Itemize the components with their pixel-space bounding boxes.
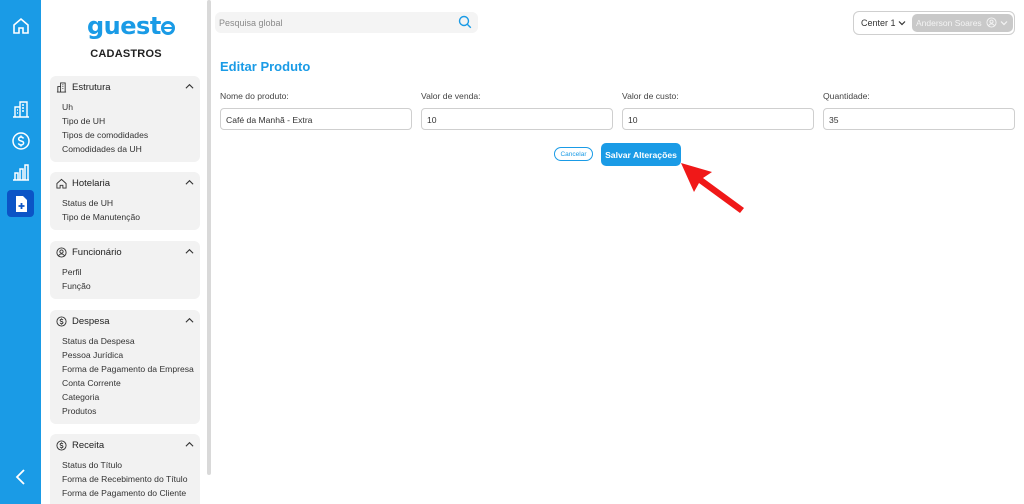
document-add-icon[interactable] — [7, 190, 34, 217]
building-icon — [56, 81, 67, 93]
sidebar: guest CADASTROS Estrutura Uh Tipo de UH … — [41, 0, 211, 504]
sidebar-item-tipo-de-uh[interactable]: Tipo de UH — [62, 115, 200, 129]
quantity-field — [823, 108, 1015, 130]
quantity-label: Quantidade: — [823, 91, 870, 101]
sidebar-item-tipo-de-manutencao[interactable]: Tipo de Manutenção — [62, 211, 200, 225]
sidebar-group-hotelaria: Hotelaria Status de UH Tipo de Manutençã… — [50, 172, 200, 230]
home-icon — [56, 178, 67, 189]
chevron-up-icon[interactable] — [185, 316, 194, 325]
sidebar-group-header[interactable]: Receita — [50, 434, 200, 456]
logo: guest — [87, 12, 175, 40]
chevron-up-icon[interactable] — [185, 82, 194, 91]
chevron-up-icon[interactable] — [185, 440, 194, 449]
sidebar-group-header[interactable]: Funcionário — [50, 241, 200, 263]
group-label: Despesa — [72, 315, 110, 327]
dollar-circle-icon — [56, 315, 67, 327]
group-label: Hotelaria — [72, 177, 111, 189]
user-circle-icon — [56, 246, 67, 258]
sidebar-item-produtos[interactable]: Produtos — [62, 405, 200, 419]
red-arrow-annotation — [681, 163, 744, 213]
sidebar-group-header[interactable]: Estrutura — [50, 76, 200, 98]
sidebar-title: CADASTROS — [90, 48, 162, 60]
sidebar-item-status-de-uh[interactable]: Status de UH — [62, 197, 200, 211]
sale-price-label: Valor de venda: — [421, 91, 481, 101]
sidebar-item-forma-de-pagamento-da-empresa[interactable]: Forma de Pagamento da Empresa — [62, 363, 200, 377]
group-label: Receita — [72, 439, 105, 451]
center-label: Center 1 — [861, 18, 896, 28]
page-title: Editar Produto — [220, 59, 311, 74]
sidebar-item-uh[interactable]: Uh — [62, 101, 200, 115]
group-label: Funcionário — [72, 246, 122, 258]
chevron-down-icon — [1000, 21, 1008, 26]
search-input[interactable] — [219, 15, 449, 30]
save-changes-button[interactable]: Salvar Alterações — [601, 143, 681, 166]
sidebar-item-forma-de-recebimento-do-titulo[interactable]: Forma de Recebimento do Título — [62, 473, 200, 487]
sidebar-item-perfil[interactable]: Perfil — [62, 266, 200, 280]
sidebar-item-forma-de-pagamento-do-cliente[interactable]: Forma de Pagamento do Cliente — [62, 487, 200, 501]
sidebar-group-header[interactable]: Hotelaria — [50, 172, 200, 194]
sidebar-item-comodidades-da-uh[interactable]: Comodidades da UH — [62, 143, 200, 157]
sale-price-field — [421, 108, 613, 130]
chevron-down-icon — [898, 21, 905, 26]
sidebar-group-funcionario: Funcionário Perfil Função — [50, 241, 200, 299]
cost-price-label: Valor de custo: — [622, 91, 679, 101]
product-name-label: Nome do produto: — [220, 91, 289, 101]
sidebar-item-status-da-despesa[interactable]: Status da Despesa — [62, 335, 200, 349]
sidebar-group-receita: Receita Status do Título Forma de Recebi… — [50, 434, 200, 504]
center-select[interactable]: Center 1 — [861, 18, 906, 28]
cost-price-input[interactable] — [628, 113, 808, 126]
quantity-input[interactable] — [829, 113, 1009, 126]
sidebar-item-tipos-de-comodidades[interactable]: Tipos de comodidades — [62, 129, 200, 143]
sidebar-item-pessoa-juridica[interactable]: Pessoa Jurídica — [62, 349, 200, 363]
cancel-button[interactable]: Cancelar — [554, 147, 593, 161]
icon-rail — [0, 0, 41, 504]
user-name: Anderson Soares — [916, 18, 982, 28]
bar-chart-icon[interactable] — [8, 159, 33, 184]
user-box: Center 1 Anderson Soares — [853, 11, 1015, 35]
product-name-input[interactable] — [226, 113, 406, 126]
chevron-left-icon[interactable] — [8, 464, 33, 489]
chevron-up-icon[interactable] — [185, 178, 194, 187]
app-root: guest CADASTROS Estrutura Uh Tipo de UH … — [0, 0, 1024, 504]
sidebar-item-categoria[interactable]: Categoria — [62, 391, 200, 405]
global-search — [215, 12, 478, 33]
chevron-up-icon[interactable] — [185, 247, 194, 256]
sidebar-group-header[interactable]: Despesa — [50, 310, 200, 332]
building-icon[interactable] — [8, 96, 33, 121]
logo-o-icon — [160, 21, 175, 35]
group-label: Estrutura — [72, 81, 111, 93]
sidebar-item-conta-corrente[interactable]: Conta Corrente — [62, 377, 200, 391]
sidebar-item-status-do-titulo[interactable]: Status do Título — [62, 459, 200, 473]
search-icon[interactable] — [458, 15, 472, 29]
sidebar-scrollbar[interactable] — [207, 0, 211, 475]
sidebar-group-despesa: Despesa Status da Despesa Pessoa Jurídic… — [50, 310, 200, 424]
home-icon[interactable] — [8, 13, 33, 38]
product-name-field — [220, 108, 412, 130]
dollar-icon[interactable] — [8, 128, 33, 153]
cost-price-field — [622, 108, 814, 130]
sidebar-group-estrutura: Estrutura Uh Tipo de UH Tipos de comodid… — [50, 76, 200, 162]
sidebar-item-funcao[interactable]: Função — [62, 280, 200, 294]
user-menu[interactable]: Anderson Soares — [912, 14, 1013, 32]
sale-price-input[interactable] — [427, 113, 607, 126]
dollar-circle-icon — [56, 439, 67, 451]
user-circle-icon — [986, 17, 997, 28]
